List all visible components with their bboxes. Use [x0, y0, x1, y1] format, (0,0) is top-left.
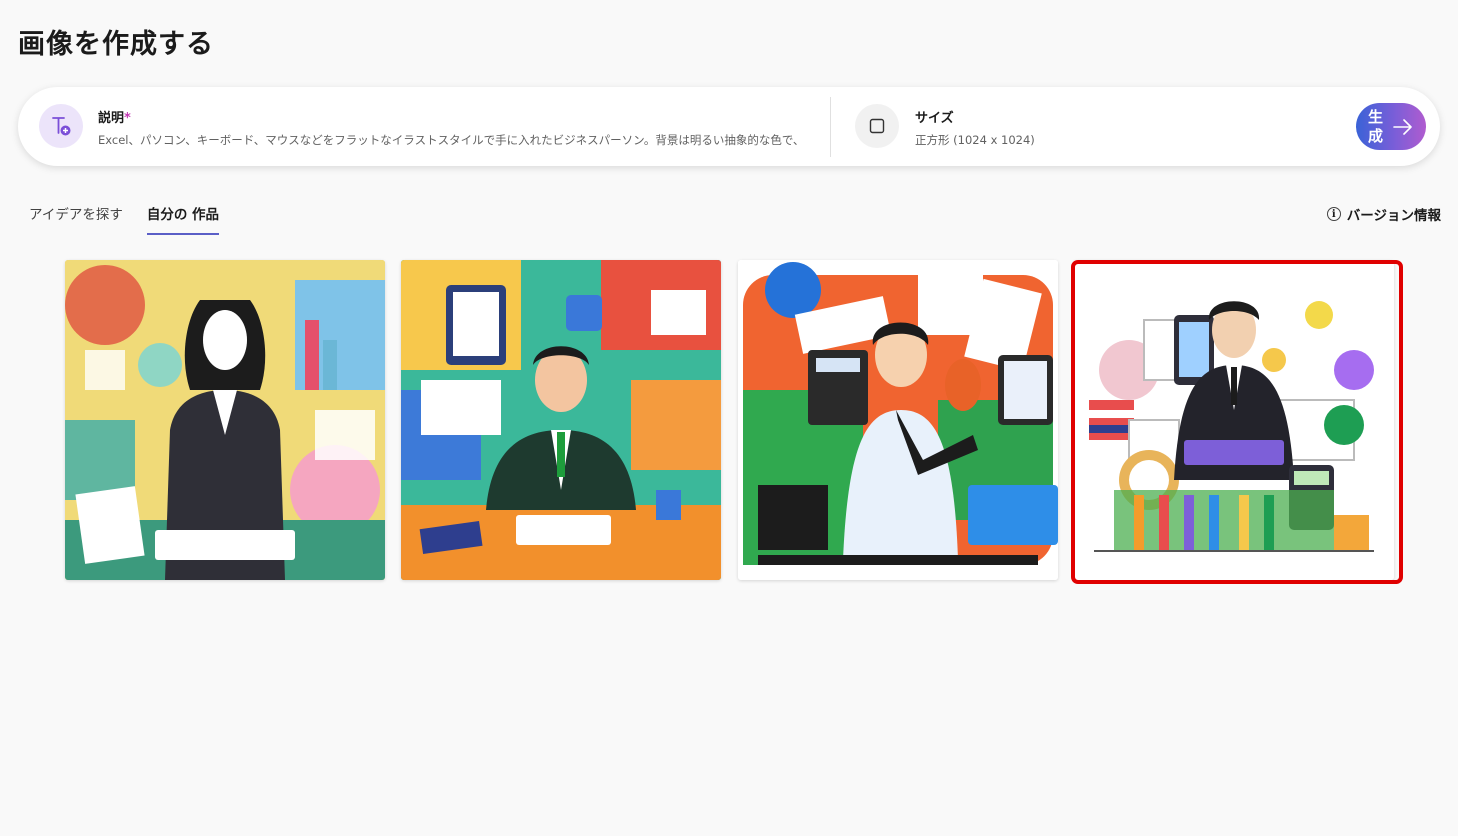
- arrow-right-icon: [1392, 118, 1414, 136]
- required-mark: *: [124, 111, 131, 126]
- generated-image-4[interactable]: [1074, 260, 1394, 580]
- size-label: サイズ: [915, 111, 954, 126]
- generate-label: 生成: [1368, 108, 1384, 145]
- divider: [830, 97, 831, 157]
- version-info-label: バージョン情報: [1346, 208, 1441, 224]
- tab-explore-ideas[interactable]: アイデアを探す: [29, 203, 123, 235]
- prompt-bar: 説明* Excel、パソコン、キーボード、マウスなどをフラットなイラストスタイル…: [18, 87, 1440, 166]
- generated-image-3[interactable]: [738, 260, 1058, 580]
- businesswoman-illustration-icon: [65, 260, 385, 580]
- version-info-link[interactable]: i バージョン情報: [1326, 204, 1441, 224]
- generated-image-1[interactable]: [65, 260, 385, 580]
- businessman-keyboard-illustration-icon: [1074, 260, 1394, 580]
- square-icon[interactable]: [855, 104, 899, 148]
- text-add-icon[interactable]: [39, 104, 83, 148]
- businessman-desk-illustration-icon: [401, 260, 721, 580]
- generate-button[interactable]: 生成: [1356, 103, 1426, 150]
- tab-my-creations[interactable]: 自分の 作品: [146, 203, 220, 235]
- info-icon: i: [1326, 207, 1341, 221]
- description-label: 説明*: [98, 111, 131, 126]
- tab-bar: アイデアを探す 自分の 作品: [29, 203, 220, 235]
- description-input[interactable]: Excel、パソコン、キーボード、マウスなどをフラットなイラストスタイルで手に入…: [98, 132, 808, 148]
- excel-man-illustration-icon: [738, 260, 1058, 580]
- generated-image-2[interactable]: [401, 260, 721, 580]
- size-select[interactable]: 正方形 (1024 x 1024): [915, 132, 1035, 148]
- page-title: 画像を作成する: [18, 29, 214, 60]
